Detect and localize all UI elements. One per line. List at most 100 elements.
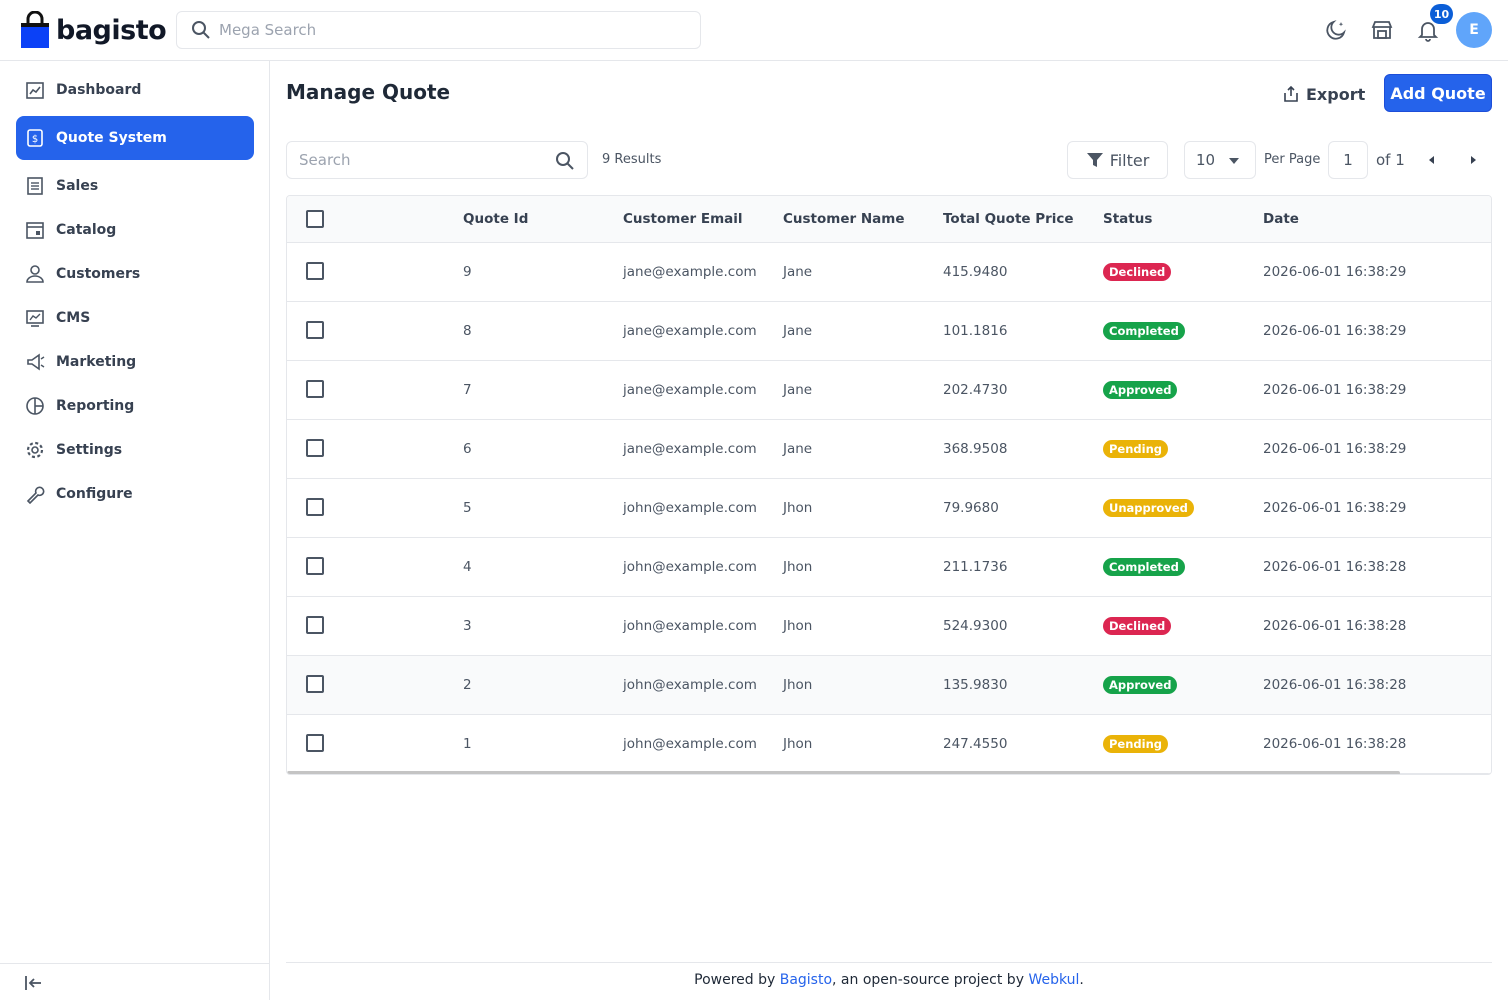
row-checkbox[interactable]: [306, 616, 324, 634]
cell-date: 2026-06-01 16:38:29: [1263, 264, 1407, 280]
page-number-input[interactable]: 1: [1328, 141, 1368, 179]
per-page-select[interactable]: 10: [1184, 141, 1256, 179]
top-header: bagisto 10 E: [0, 0, 1508, 61]
dark-mode-toggle[interactable]: [1323, 17, 1349, 43]
cell-quote-id: 6: [463, 441, 472, 457]
status-badge: Completed: [1103, 322, 1185, 340]
mega-search-box[interactable]: [176, 11, 701, 49]
footer-middle: , an open-source project by: [832, 972, 1029, 988]
sidebar-item-reporting[interactable]: Reporting: [16, 384, 254, 428]
table-row[interactable]: 7 jane@example.com Jane 202.4730 2026-06-01 …: [287, 361, 1491, 420]
cell-total-quote-price: 211.1736: [943, 559, 1008, 575]
export-label: Export: [1306, 84, 1366, 104]
sidebar-item-catalog[interactable]: Catalog: [16, 208, 254, 252]
row-checkbox[interactable]: [306, 557, 324, 575]
per-page-value: 10: [1196, 151, 1216, 169]
sidebar-item-sales[interactable]: Sales: [16, 164, 254, 208]
datagrid-search-box[interactable]: [286, 141, 588, 179]
sidebar-item-label: Dashboard: [56, 82, 142, 98]
table-row[interactable]: 3 john@example.com Jhon 524.9300 2026-06-01 …: [287, 597, 1491, 656]
brand-name: bagisto: [56, 14, 167, 46]
sidebar-item-dashboard[interactable]: Dashboard: [16, 68, 254, 112]
add-quote-button[interactable]: Add Quote: [1384, 74, 1492, 112]
datagrid-search-input[interactable]: [299, 151, 539, 169]
row-checkbox[interactable]: [306, 734, 324, 752]
table-row[interactable]: 9 jane@example.com Jane 415.9480 2026-06-01 …: [287, 243, 1491, 302]
sidebar-item-label: Sales: [56, 178, 99, 194]
cell-total-quote-price: 368.9508: [943, 441, 1008, 457]
cell-quote-id: 5: [463, 500, 472, 516]
previous-page-button[interactable]: [1424, 152, 1440, 168]
webkul-link[interactable]: Webkul: [1028, 972, 1079, 988]
status-badge: Pending: [1103, 440, 1169, 458]
sidebar-item-label: CMS: [56, 310, 91, 326]
column-header-quote-id[interactable]: Quote Id: [463, 211, 528, 227]
user-avatar[interactable]: E: [1456, 12, 1492, 48]
filter-button[interactable]: Filter: [1067, 141, 1168, 179]
sidebar-item-configure[interactable]: Configure: [16, 472, 254, 516]
table-row[interactable]: 6 jane@example.com Jane 368.9508 2026-06-01 …: [287, 420, 1491, 479]
filter-icon: [1086, 153, 1103, 167]
cell-customer-email: jane@example.com: [623, 264, 757, 280]
table-row[interactable]: 5 john@example.com Jhon 79.9680 2026-06-01 1…: [287, 479, 1491, 538]
cell-date: 2026-06-01 16:38:29: [1263, 500, 1407, 516]
cell-quote-id: 4: [463, 559, 472, 575]
mega-search-input[interactable]: [219, 21, 679, 39]
quote-icon: $: [24, 127, 46, 149]
column-header-customer-email[interactable]: Customer Email: [623, 211, 743, 227]
sidebar-item-cms[interactable]: CMS: [16, 296, 254, 340]
sidebar-footer: [0, 963, 270, 1000]
svg-text:$: $: [32, 134, 38, 145]
cell-customer-name: Jane: [783, 382, 813, 398]
column-header-customer-name[interactable]: Customer Name: [783, 211, 905, 227]
table-row[interactable]: 2 john@example.com Jhon 135.9830 2026-06-01 …: [287, 656, 1491, 715]
sidebar-item-label: Reporting: [56, 398, 135, 414]
status-badge: Declined: [1103, 617, 1172, 635]
sidebar-item-marketing[interactable]: Marketing: [16, 340, 254, 384]
chevron-left-icon: [1429, 156, 1434, 164]
row-checkbox[interactable]: [306, 380, 324, 398]
footer-divider: [286, 962, 1492, 963]
collapse-sidebar-button[interactable]: [22, 972, 44, 994]
cell-quote-id: 9: [463, 264, 472, 280]
notification-count-badge: 10: [1430, 4, 1453, 24]
filter-label: Filter: [1109, 150, 1150, 170]
bagisto-logo[interactable]: bagisto: [20, 10, 167, 50]
export-button[interactable]: Export: [1282, 78, 1365, 110]
sidebar-item-label: Settings: [56, 442, 123, 458]
row-checkbox[interactable]: [306, 439, 324, 457]
cell-total-quote-price: 79.9680: [943, 500, 999, 516]
sidebar-item-label: Configure: [56, 486, 133, 502]
select-all-checkbox[interactable]: [306, 210, 324, 228]
row-checkbox[interactable]: [306, 675, 324, 693]
storefront-button[interactable]: [1369, 17, 1395, 43]
table-row[interactable]: 8 jane@example.com Jane 101.1816 2026-06-01 …: [287, 302, 1491, 361]
row-checkbox[interactable]: [306, 262, 324, 280]
cell-date: 2026-06-01 16:38:28: [1263, 559, 1407, 575]
cell-date: 2026-06-01 16:38:29: [1263, 323, 1407, 339]
row-checkbox[interactable]: [306, 321, 324, 339]
column-header-status[interactable]: Status: [1103, 211, 1152, 227]
page-total-label: of 1: [1376, 151, 1405, 169]
cell-total-quote-price: 247.4550: [943, 736, 1008, 752]
table-row[interactable]: 4 john@example.com Jhon 211.1736 2026-06-01 …: [287, 538, 1491, 597]
next-page-button[interactable]: [1465, 152, 1481, 168]
table-row[interactable]: 1 john@example.com Jhon 247.4550 2026-06-01 …: [287, 715, 1491, 774]
column-header-total-quote-price[interactable]: Total Quote Price: [943, 211, 1074, 227]
column-header-date[interactable]: Date: [1263, 211, 1299, 227]
sidebar-item-customers[interactable]: Customers: [16, 252, 254, 296]
status-badge: Completed: [1103, 558, 1185, 576]
row-checkbox[interactable]: [306, 498, 324, 516]
cms-icon: [24, 307, 46, 329]
cell-quote-id: 7: [463, 382, 472, 398]
cell-date: 2026-06-01 16:38:28: [1263, 677, 1407, 693]
cell-customer-name: Jane: [783, 441, 813, 457]
search-icon[interactable]: [555, 151, 575, 171]
sidebar-item-quote-system[interactable]: $ Quote System: [16, 116, 254, 160]
horizontal-scrollbar[interactable]: [287, 771, 1400, 774]
sidebar-item-settings[interactable]: Settings: [16, 428, 254, 472]
footer: Powered by Bagisto, an open-source proje…: [286, 972, 1492, 988]
bagisto-link[interactable]: Bagisto: [780, 972, 832, 988]
sidebar: Dashboard $ Quote System Sales Catalog C…: [0, 61, 270, 1000]
cell-total-quote-price: 524.9300: [943, 618, 1008, 634]
